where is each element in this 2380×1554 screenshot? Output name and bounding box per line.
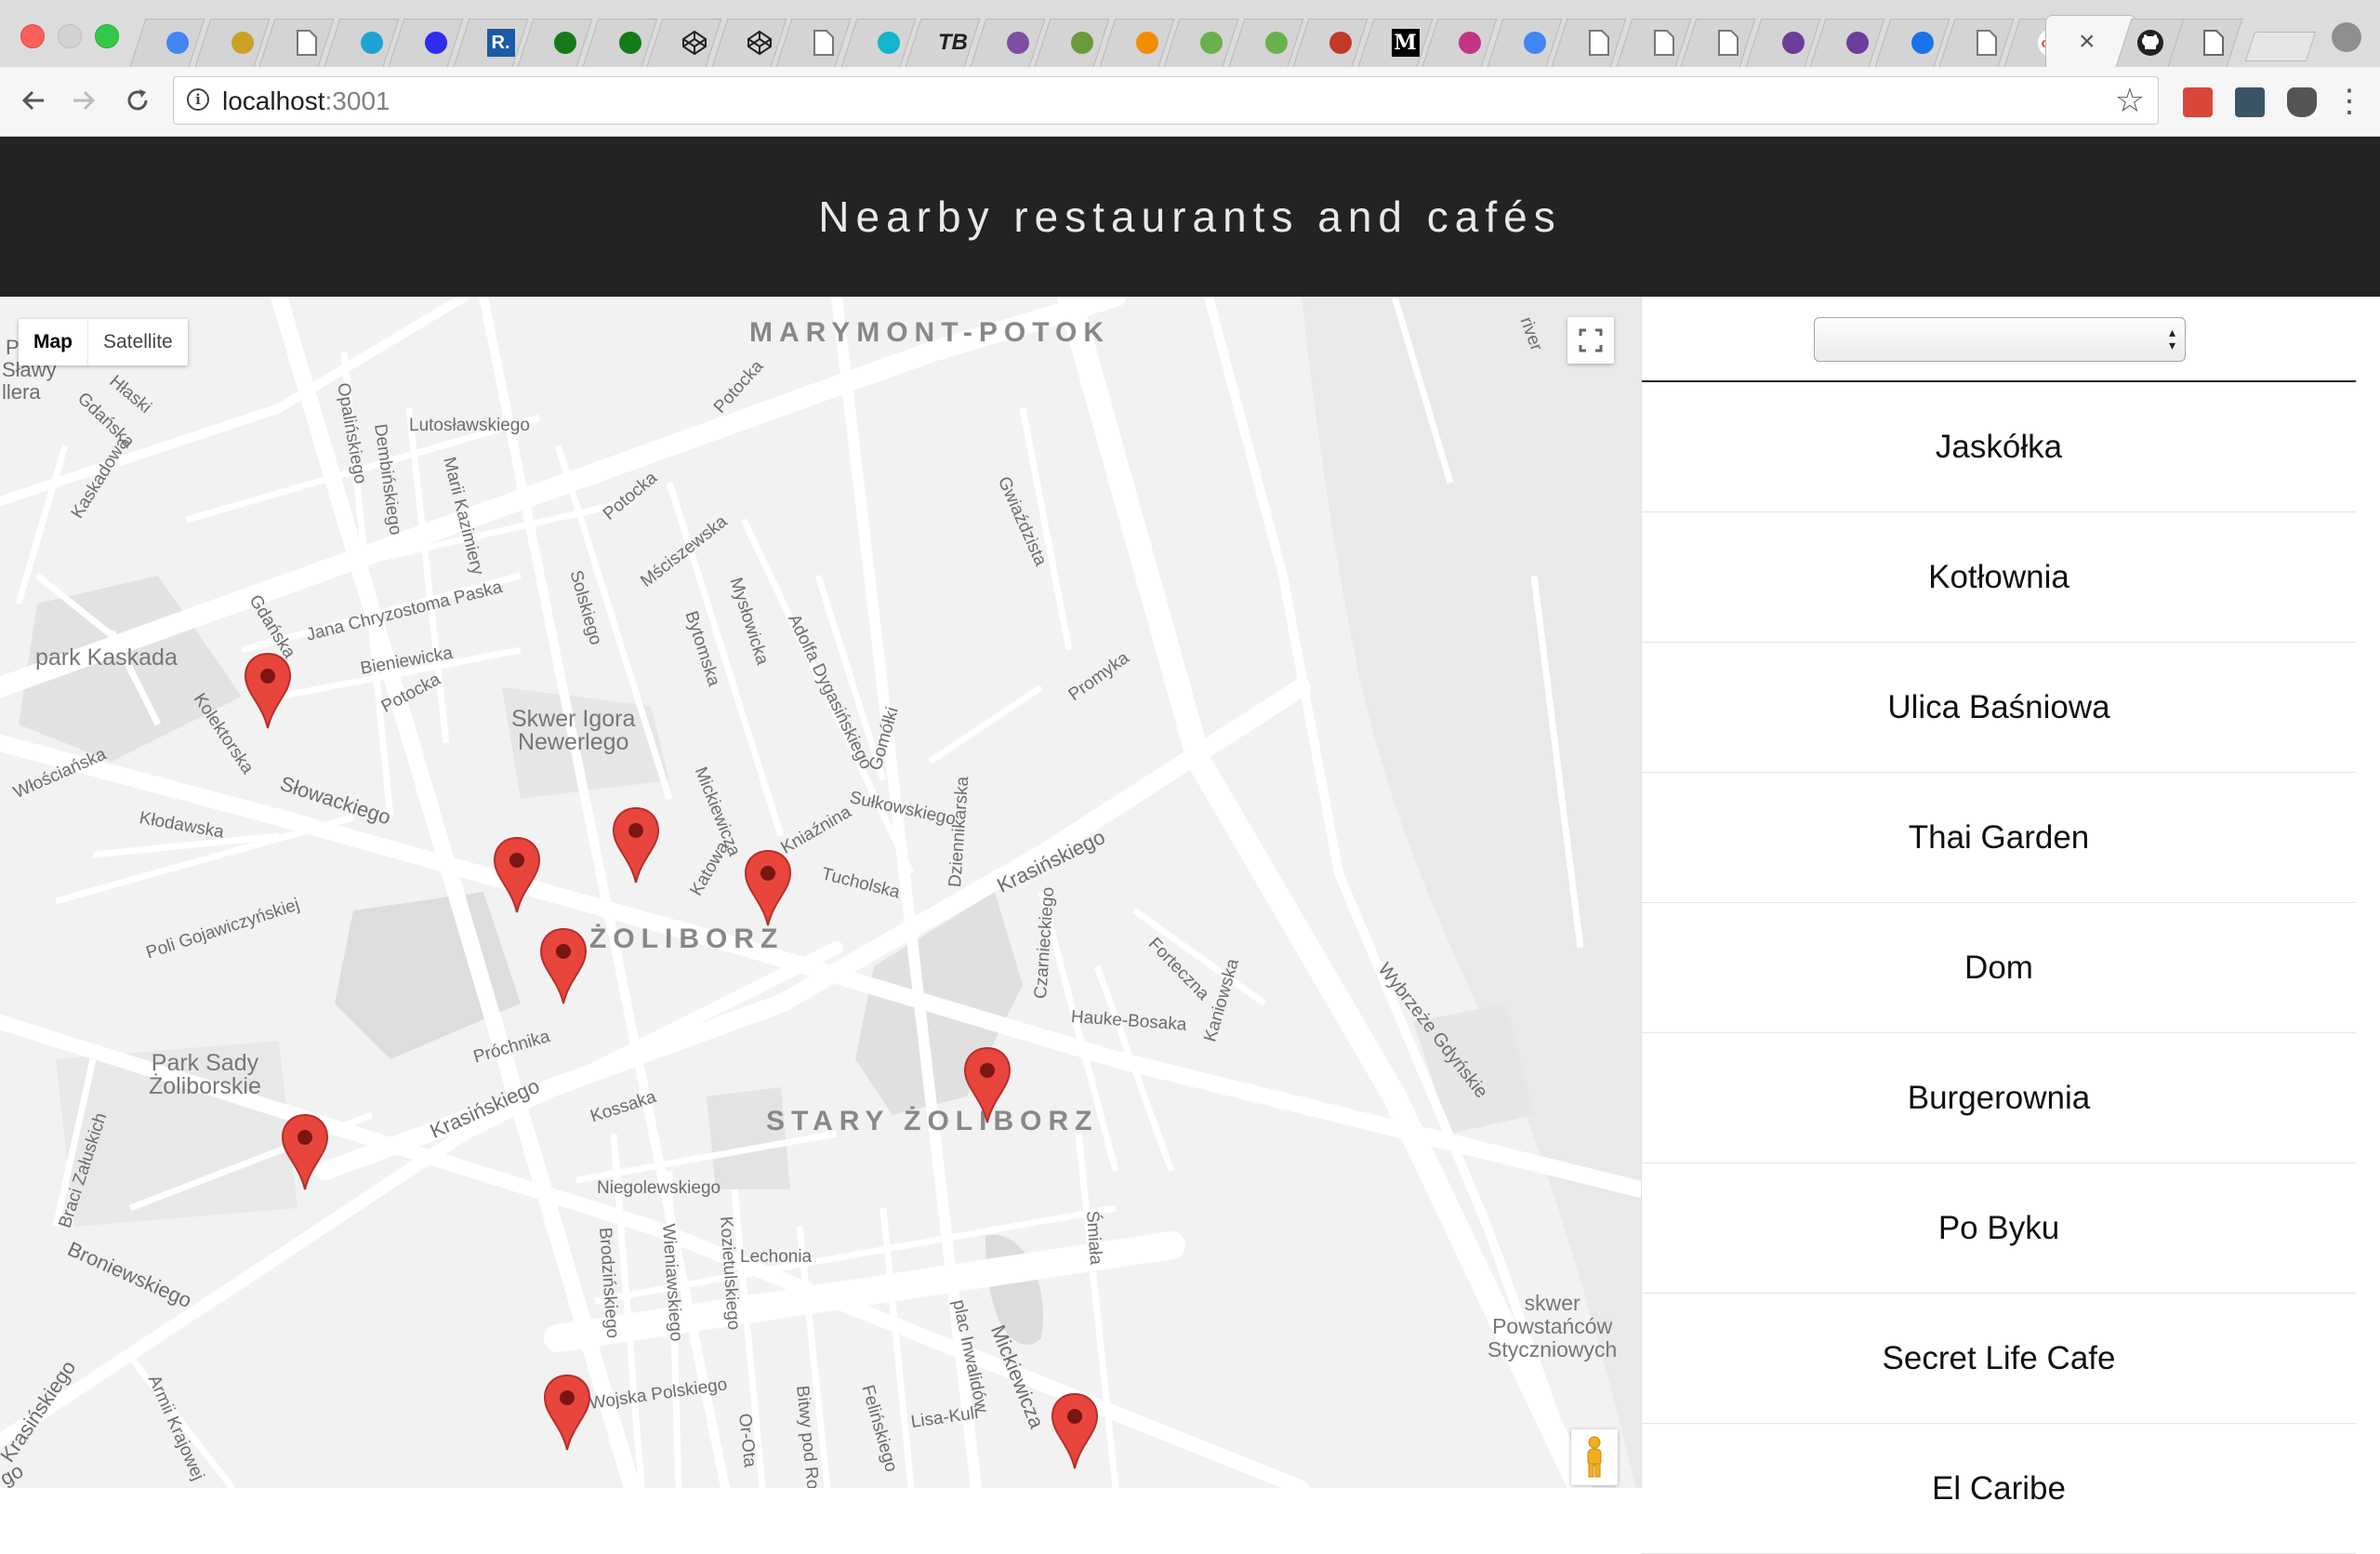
info-icon[interactable]: i [187,88,209,111]
list-item[interactable]: Jaskółka [1642,382,2356,512]
c-icon [1714,29,1742,57]
smiley-icon [422,29,450,57]
page-title: Nearby restaurants and cafés [818,193,1562,241]
url-text: localhost:3001 [222,86,390,115]
w3-icon [1263,29,1290,57]
map-type-satellite-button[interactable]: Satellite [88,319,188,365]
c-icon [1650,29,1678,57]
map-marker-icon[interactable] [744,849,792,927]
list-item[interactable]: Po Byku [1642,1163,2356,1294]
extension-icon[interactable] [2235,87,2265,117]
browser-tab-strip: R.TBMolx × [0,0,2380,69]
fullscreen-icon[interactable] [1567,317,1614,364]
document-icon [1973,29,2001,57]
pocket-icon[interactable] [2287,87,2317,117]
browser-toolbar: i localhost:3001 ☆ ⋮ [0,67,2380,137]
map-base [0,297,1641,1488]
bookmark-star-icon[interactable]: ☆ [2115,81,2145,120]
address-bar[interactable]: i localhost:3001 ☆ [173,76,2159,125]
reload-icon[interactable] [119,82,156,119]
select-arrows-icon: ▴ ▾ [2168,325,2175,352]
list-item[interactable]: El Caribe [1642,1424,2356,1554]
map-marker-icon[interactable] [281,1113,329,1191]
document-icon [810,29,838,57]
r-icon: R. [486,29,515,57]
new-tab-button[interactable] [2244,32,2317,61]
list-item[interactable]: Dom [1642,903,2356,1033]
map-marker-icon[interactable] [493,836,541,914]
map-marker-icon[interactable] [543,1374,591,1452]
trophy-icon [229,29,257,57]
hashnode-icon [875,29,903,57]
codepen-icon [746,29,774,57]
area-label: ŻOLIBORZ [589,923,785,954]
window-minimize-button[interactable] [58,24,82,48]
windmill-icon [1004,29,1032,57]
place-list: Jaskółka Kotłownia Ulica Baśniowa Thai G… [1642,382,2356,1554]
map-marker-icon[interactable] [963,1046,1012,1124]
park-label: Park Sady Żoliborskie [149,1050,261,1099]
google-icon [1521,29,1549,57]
code-icon [551,29,579,57]
radish-icon [1327,29,1355,57]
accessibility-icon [1844,29,1871,57]
park-label: skwer Powstańców Styczniowych [1488,1291,1618,1361]
street-label: Lechonia [740,1247,813,1267]
map[interactable]: MARYMONT-POTOK ŻOLIBORZ STARY ŻOLIBORZ p… [0,297,1641,1488]
street-view-pegman-icon[interactable] [1571,1429,1618,1485]
map-type-control: Map Satellite [19,319,188,365]
street-label: Niegolewskiego [597,1178,721,1198]
list-item[interactable]: Kotłownia [1642,512,2356,643]
github-icon [2136,29,2164,57]
filter-select[interactable]: ▴ ▾ [1814,317,2186,362]
street-label: llera [2,380,41,404]
leaf-icon [1068,29,1096,57]
park-label: park Kaskada [35,644,178,671]
map-marker-icon[interactable] [1051,1392,1099,1470]
menu-icon[interactable]: ⋮ [2334,86,2365,117]
code-icon [616,29,644,57]
street-label: Lutosławskiego [409,416,530,435]
map-marker-icon[interactable] [612,806,660,884]
instagram-icon [1456,29,1484,57]
extension-icon[interactable] [2183,87,2213,117]
document-icon [293,29,321,57]
list-item[interactable]: Secret Life Cafe [1642,1294,2356,1424]
loading-icon [1909,29,1937,57]
sidebar: ▴ ▾ Jaskółka Kotłownia Ulica Baśniowa Tha… [1641,297,2380,1554]
window-close-button[interactable] [20,24,45,48]
upwork-icon [358,29,386,57]
profile-icon[interactable] [2332,22,2361,52]
list-item[interactable]: Ulica Baśniowa [1642,643,2356,773]
area-label: STARY ŻOLIBORZ [766,1106,1099,1136]
back-icon[interactable] [15,82,52,119]
accessibility-icon [1779,29,1807,57]
street-label: P [6,336,20,359]
map-marker-icon[interactable] [539,927,588,1005]
list-item[interactable]: Burgerownia [1642,1033,2356,1163]
tb-icon: TB [938,30,968,55]
close-icon[interactable]: × [2079,26,2096,58]
forward-icon[interactable] [65,82,102,119]
list-item[interactable]: Thai Garden [1642,773,2356,903]
map-marker-icon[interactable] [244,652,292,730]
area-label: MARYMONT-POTOK [749,317,1110,348]
park-label: Skwer Igora Newerlego [511,706,636,755]
medium-icon: M [1391,29,1420,57]
codepen-icon [681,29,708,57]
c-icon [1585,29,1613,57]
google-icon [164,29,192,57]
street-label: Śmiała [1082,1210,1106,1266]
app-header: Nearby restaurants and cafés [0,137,2380,297]
window-maximize-button[interactable] [95,24,119,48]
document-icon [2200,29,2228,57]
w3-icon [1197,29,1225,57]
map-type-map-button[interactable]: Map [19,319,88,365]
asterisk-icon [1133,29,1161,57]
